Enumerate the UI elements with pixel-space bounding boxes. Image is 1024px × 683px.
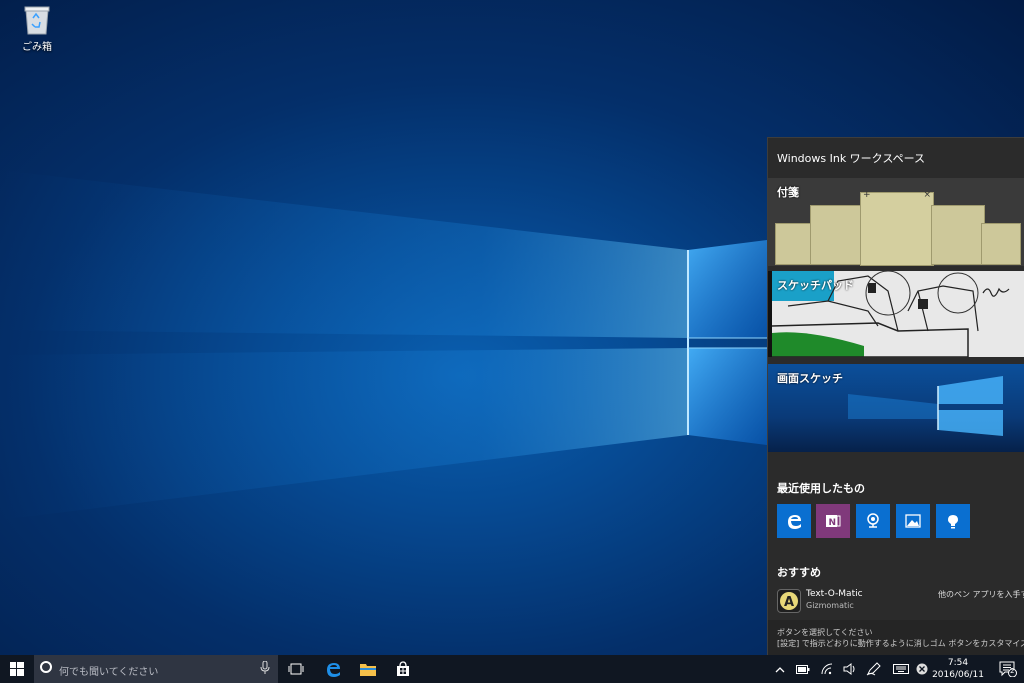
microphone-icon[interactable] xyxy=(260,661,270,675)
get-more-pen-apps-link[interactable]: 他のペン アプリを入手する xyxy=(938,589,1024,600)
taskbar: 何でも聞いてください 7:54 2016/06/11 2 xyxy=(0,655,1024,683)
sketchpad-tile[interactable]: スケッチパッド xyxy=(768,271,1024,357)
photos-app-tile[interactable] xyxy=(896,504,930,538)
ink-workspace-title: Windows Ink ワークスペース xyxy=(777,152,926,165)
sketchpad-label: スケッチパッド xyxy=(777,279,854,292)
edge-icon xyxy=(788,515,801,529)
clock-button[interactable]: 7:54 2016/06/11 xyxy=(925,655,991,683)
tips-icon xyxy=(948,515,958,529)
start-button[interactable] xyxy=(0,655,34,683)
action-center-button[interactable]: 2 xyxy=(992,655,1024,683)
show-hidden-icons-button[interactable] xyxy=(772,655,788,683)
sticky-note xyxy=(810,205,864,265)
recycle-bin-icon xyxy=(23,4,51,36)
edge-icon xyxy=(327,663,340,677)
screen-sketch-tile[interactable]: 画面スケッチ xyxy=(768,364,1024,452)
sticky-note xyxy=(775,223,815,265)
sticky-note xyxy=(931,205,985,265)
tips-app-tile[interactable] xyxy=(936,504,970,538)
network-button[interactable] xyxy=(817,655,837,683)
keyboard-icon xyxy=(893,664,909,674)
notification-count: 2 xyxy=(1010,667,1015,675)
windows-logo-icon xyxy=(10,662,24,676)
folder-icon xyxy=(360,664,376,676)
text-o-matic-icon: A xyxy=(777,589,801,613)
onenote-app-tile[interactable]: N xyxy=(816,504,850,538)
sticky-notes-label: 付箋 xyxy=(777,186,799,199)
recycle-bin-desktop-icon[interactable]: ごみ箱 xyxy=(14,4,60,53)
battery-icon xyxy=(796,664,810,674)
add-icon: + xyxy=(863,190,871,200)
recycle-bin-label: ごみ箱 xyxy=(22,42,52,53)
sticky-note: + × xyxy=(860,190,934,266)
photos-icon xyxy=(905,514,921,528)
battery-button[interactable] xyxy=(793,655,813,683)
cortana-search-box[interactable]: 何でも聞いてください xyxy=(34,655,278,683)
speaker-icon xyxy=(843,663,855,675)
clock-time: 7:54 xyxy=(947,658,969,668)
suggested-app-item[interactable]: A Text-O-Matic Gizmomatic 他のペン アプリを入手する xyxy=(777,587,1024,613)
search-placeholder: 何でも聞いてください xyxy=(59,667,159,678)
pen-tip-line-2: [設定] で指示どおりに動作するように消しゴム ボタンをカスタマイズできます xyxy=(777,639,1024,648)
wifi-icon xyxy=(821,663,833,675)
svg-text:A: A xyxy=(784,595,794,610)
suggested-app-publisher: Gizmomatic xyxy=(806,601,854,610)
task-view-icon xyxy=(288,663,304,675)
svg-text:N: N xyxy=(829,518,837,528)
chevron-up-icon xyxy=(775,666,785,672)
store-icon xyxy=(397,661,409,676)
screen-sketch-label: 画面スケッチ xyxy=(777,372,843,385)
pen-tip-line-1: ボタンを選択してください xyxy=(777,628,873,637)
task-view-button[interactable] xyxy=(279,655,313,683)
cortana-icon xyxy=(40,661,52,673)
touch-keyboard-button[interactable] xyxy=(890,655,912,683)
volume-button[interactable] xyxy=(840,655,860,683)
sticky-note xyxy=(981,223,1021,265)
onenote-icon: N xyxy=(826,515,841,528)
maps-app-tile[interactable] xyxy=(856,504,890,538)
pen-icon xyxy=(866,662,881,676)
suggested-label: おすすめ xyxy=(777,566,821,579)
maps-icon xyxy=(867,513,879,528)
sticky-notes-tile[interactable]: 付箋 + × xyxy=(768,178,1024,266)
clock-date: 2016/06/11 xyxy=(932,670,984,680)
windows-ink-workspace-panel: Windows Ink ワークスペース 付箋 + × スケッチパッド 画面スケッ… xyxy=(767,137,1024,656)
edge-taskbar-button[interactable] xyxy=(316,655,350,683)
close-icon: × xyxy=(923,190,931,200)
edge-app-tile[interactable] xyxy=(777,504,811,538)
ink-workspace-button[interactable] xyxy=(863,655,885,683)
recent-label: 最近使用したもの xyxy=(777,482,865,495)
file-explorer-button[interactable] xyxy=(351,655,385,683)
store-button[interactable] xyxy=(386,655,420,683)
suggested-app-name: Text-O-Matic xyxy=(806,589,863,599)
